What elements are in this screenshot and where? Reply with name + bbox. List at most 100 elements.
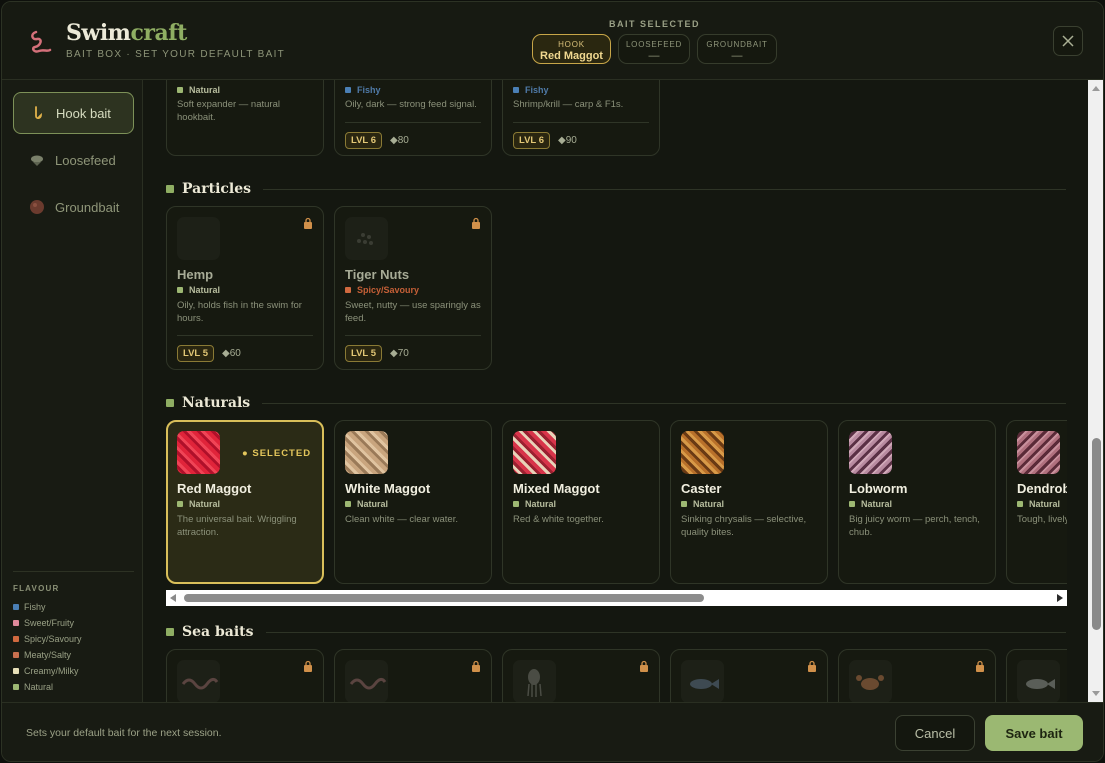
card-footer: LVL 6 ◆90 [513,122,649,149]
app-brand: Swimcraft [66,20,187,46]
cancel-button[interactable]: Cancel [895,715,975,751]
section-title: Particles [182,181,252,197]
bait-name: Dendrob [1017,481,1067,496]
flavour-tag: Natural [681,499,724,509]
horizontal-scrollbar[interactable] [166,590,1067,606]
naturals-row: ● SELECTED Red Maggot Natural The univer… [144,420,1067,585]
chip-loosefeed[interactable]: LOOSEFEED — [618,34,690,64]
lobworm-thumbnail [849,431,892,474]
sidebar-item-loosefeed[interactable]: Loosefeed [13,139,134,181]
level-badge: LVL 5 [177,345,214,362]
bait-desc: Sinking chrysalis — selective, quality b… [681,514,807,538]
header: Swimcraft BAIT BOX · SET YOUR DEFAULT BA… [2,2,1103,80]
section-title: Sea baits [182,624,254,640]
bait-name: Tiger Nuts [345,267,410,282]
fish-strip-thumbnail [681,660,724,702]
bait-grid: Natural Soft expander — natural hookbait… [144,80,1088,702]
vertical-scrollbar[interactable] [1088,80,1103,702]
bait-card-sea[interactable] [838,649,996,702]
level-badge: LVL 6 [513,132,550,149]
bait-desc: Oily, holds fish in the swim for hours. [177,300,302,324]
sidebar-item-groundbait[interactable]: Groundbait [13,186,134,228]
bait-card[interactable]: Natural Soft expander — natural hookbait… [166,80,324,156]
close-icon [1062,35,1074,47]
caster-thumbnail [681,431,724,474]
sidebar-item-label: Loosefeed [55,152,116,168]
lock-icon [640,660,648,672]
flavour-tag: Natural [513,499,556,509]
flavour-creamy: Creamy/Milky [13,663,82,679]
flavour-tag: Fishy [513,85,549,95]
bait-card-sea[interactable] [502,649,660,702]
scroll-up-icon[interactable] [1092,86,1100,91]
sea-baits-row [144,649,1067,702]
scroll-thumb[interactable] [1092,438,1101,630]
bait-card-tiger-nuts[interactable]: Tiger Nuts Spicy/Savoury Sweet, nutty — … [334,206,492,370]
bait-desc: Oily, dark — strong feed signal. [345,99,477,110]
bait-selected-label: BAIT SELECTED [608,19,700,29]
bait-desc: Shrimp/krill — carp & F1s. [513,99,624,110]
price: ◆80 [390,135,409,146]
scroll-down-icon[interactable] [1092,691,1100,696]
flavour-meaty: Meaty/Salty [13,647,82,663]
bait-card-sea[interactable] [1006,649,1067,702]
scroll-right-icon[interactable] [1057,594,1063,602]
app-subtitle: BAIT BOX · SET YOUR DEFAULT BAIT [66,49,286,60]
bait-card[interactable]: Fishy Shrimp/krill — carp & F1s. LVL 6 ◆9… [502,80,660,156]
chip-hook[interactable]: HOOK Red Maggot [532,34,611,64]
bait-card-hemp[interactable]: Hemp Natural Oily, holds fish in the swi… [166,206,324,370]
flavour-tag: Spicy/Savoury [345,285,419,295]
hook-icon [35,106,42,120]
save-bait-button[interactable]: Save bait [985,715,1083,751]
card-footer: LVL 5 ◆60 [177,335,313,362]
bait-card-sea[interactable] [166,649,324,702]
lock-icon [472,217,480,229]
flavour-tag: Natural [345,499,388,509]
bait-name: Caster [681,481,722,496]
flavour-spicy: Spicy/Savoury [13,631,82,647]
bait-desc: Clean white — clear water. [345,514,458,525]
groundbait-icon [30,200,44,214]
bait-card-sea[interactable] [334,649,492,702]
section-title: Naturals [182,395,251,411]
dendrobaena-thumbnail [1017,431,1060,474]
scroll-left-icon[interactable] [170,594,176,602]
lock-icon [304,660,312,672]
lock-icon [304,217,312,229]
bait-card-white-maggot[interactable]: White Maggot Natural Clean white — clear… [334,420,492,584]
chip-key: LOOSEFEED [625,40,683,49]
price: ◆90 [558,135,577,146]
divider [13,571,134,572]
bait-card-mixed-maggot[interactable]: Mixed Maggot Natural Red & white togethe… [502,420,660,584]
lock-icon [808,660,816,672]
price: ◆60 [222,348,241,359]
flavour-legend: Fishy Sweet/Fruity Spicy/Savoury Meaty/S… [13,599,82,695]
section-naturals: Naturals [166,395,1066,411]
hemp-thumbnail [177,217,220,260]
bait-card-lobworm[interactable]: Lobworm Natural Big juicy worm — perch, … [838,420,996,584]
flavour-sweet: Sweet/Fruity [13,615,82,631]
chip-groundbait[interactable]: GROUNDBAIT — [697,34,777,64]
bait-card-dendrobaena[interactable]: Dendrob Natural Tough, lively [1006,420,1067,584]
flavour-tag: Natural [1017,499,1060,509]
bait-card[interactable]: Fishy Oily, dark — strong feed signal. L… [334,80,492,156]
close-button[interactable] [1053,26,1083,56]
chip-key: GROUNDBAIT [706,40,768,49]
bait-card-sea[interactable] [670,649,828,702]
bait-card-caster[interactable]: Caster Natural Sinking chrysalis — selec… [670,420,828,584]
flavour-tag: Natural [849,499,892,509]
level-badge: LVL 6 [345,132,382,149]
loosefeed-icon [31,155,43,166]
level-badge: LVL 5 [345,345,382,362]
flavour-natural: Natural [13,679,82,695]
chip-value: Red Maggot [540,50,603,62]
mackerel-thumbnail [1017,660,1060,702]
bait-name: Hemp [177,267,214,282]
scroll-thumb[interactable] [184,594,704,602]
bait-name: Mixed Maggot [513,481,600,496]
lock-icon [976,660,984,672]
flavour-fishy: Fishy [13,599,82,615]
card-footer: LVL 6 ◆80 [345,122,481,149]
bait-card-red-maggot[interactable]: ● SELECTED Red Maggot Natural The univer… [166,420,324,584]
sidebar-item-hook-bait[interactable]: Hook bait [13,92,134,134]
